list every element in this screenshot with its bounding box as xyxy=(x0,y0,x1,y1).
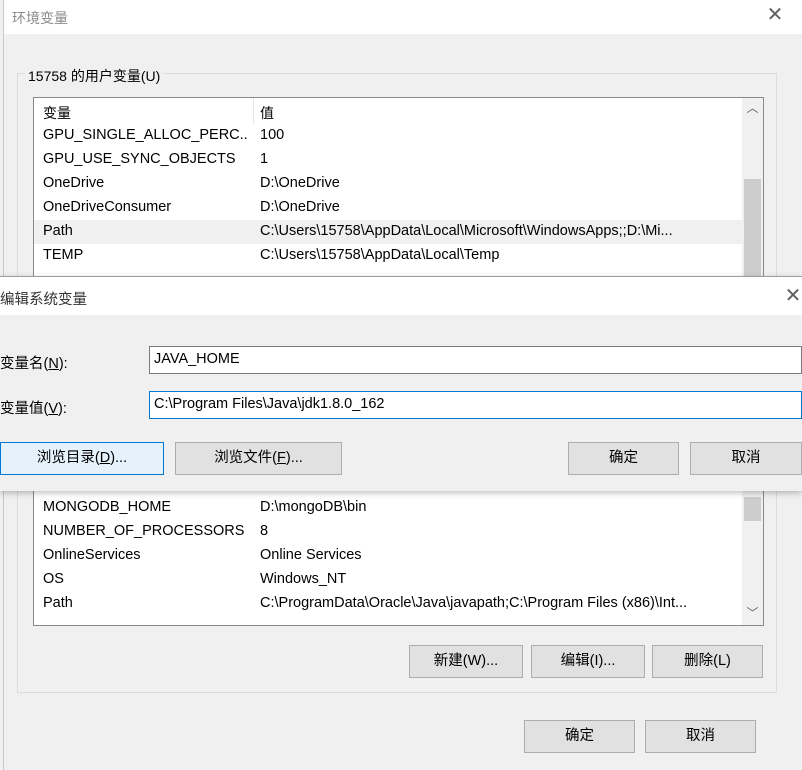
title-bar: 编辑系统变量 ✕ xyxy=(0,277,802,315)
variable-name: GPU_SINGLE_ALLOC_PERC... xyxy=(43,127,249,143)
edit-system-variable-dialog: 编辑系统变量 ✕ 变量名(N): JAVA_HOME 变量值(V): C:\Pr… xyxy=(0,276,802,491)
variable-name-label: 变量名(N): xyxy=(0,356,68,372)
variable-value: 100 xyxy=(260,127,285,143)
vertical-scrollbar[interactable]: ﹀ xyxy=(742,489,763,625)
variable-name: OS xyxy=(43,571,64,587)
column-separator[interactable] xyxy=(253,98,254,124)
column-header-value[interactable]: 值 xyxy=(260,103,274,123)
scrollbar-thumb[interactable] xyxy=(744,497,761,521)
variable-name: TEMP xyxy=(43,247,84,263)
table-row[interactable]: OneDrive D:\OneDrive xyxy=(34,172,742,196)
close-icon[interactable]: ✕ xyxy=(780,281,802,311)
variable-name: MONGODB_HOME xyxy=(43,499,172,515)
variable-value: C:\Users\15758\AppData\Local\Microsoft\W… xyxy=(260,223,673,239)
table-row[interactable]: TEMP C:\Users\15758\AppData\Local\Temp xyxy=(34,244,742,268)
variable-name: GPU_USE_SYNC_OBJECTS xyxy=(43,151,236,167)
variable-name-input[interactable]: JAVA_HOME xyxy=(149,346,802,374)
table-row[interactable]: OS Windows_NT xyxy=(34,568,742,592)
variable-name: OneDrive xyxy=(43,175,105,191)
title-bar: 环境变量 ✕ xyxy=(4,0,802,34)
variable-value: D:\OneDrive xyxy=(260,175,340,191)
new-variable-button[interactable]: 新建(W)... xyxy=(409,645,523,678)
variable-value: Windows_NT xyxy=(260,571,347,587)
ok-button[interactable]: 确定 xyxy=(568,442,679,475)
user-variables-list[interactable]: 变量 值 GPU_SINGLE_ALLOC_PERC... 100 GPU_US… xyxy=(33,97,764,278)
chevron-up-icon[interactable]: ︿ xyxy=(742,98,763,118)
delete-variable-button[interactable]: 删除(L) xyxy=(652,645,763,678)
column-header-variable[interactable]: 变量 xyxy=(43,103,71,123)
cancel-button[interactable]: 取消 xyxy=(645,720,756,753)
chevron-down-icon[interactable]: ﹀ xyxy=(742,603,763,623)
variable-name: Path xyxy=(43,595,73,611)
table-row-selected[interactable]: Path C:\Users\15758\AppData\Local\Micros… xyxy=(34,220,742,244)
variable-value: 1 xyxy=(260,151,269,167)
dialog-title: 环境变量 xyxy=(12,10,68,26)
vertical-scrollbar[interactable]: ︿ xyxy=(742,98,763,277)
table-row[interactable]: Path C:\ProgramData\Oracle\Java\javapath… xyxy=(34,592,742,616)
variable-name: OneDriveConsumer xyxy=(43,199,172,215)
variable-value: Online Services xyxy=(260,547,362,563)
table-row[interactable]: GPU_USE_SYNC_OBJECTS 1 xyxy=(34,148,742,172)
table-row[interactable]: GPU_SINGLE_ALLOC_PERC... 100 xyxy=(34,124,742,148)
variable-value: D:\OneDrive xyxy=(260,199,340,215)
scrollbar-thumb[interactable] xyxy=(744,179,761,277)
table-row[interactable]: OneDriveConsumer D:\OneDrive xyxy=(34,196,742,220)
cancel-button[interactable]: 取消 xyxy=(690,442,802,475)
list-header: 变量 值 xyxy=(34,98,742,124)
dialog-title: 编辑系统变量 xyxy=(0,292,87,308)
table-row[interactable]: NUMBER_OF_PROCESSORS 8 xyxy=(34,520,742,544)
variable-value: C:\ProgramData\Oracle\Java\javapath;C:\P… xyxy=(260,595,688,611)
variable-value: D:\mongoDB\bin xyxy=(260,499,367,515)
browse-directory-button[interactable]: 浏览目录(D)... xyxy=(0,442,164,475)
variable-value: C:\Users\15758\AppData\Local\Temp xyxy=(260,247,500,263)
variable-name: OnlineServices xyxy=(43,547,141,563)
variable-name: Path xyxy=(43,223,73,239)
close-icon[interactable]: ✕ xyxy=(760,0,790,30)
ok-button[interactable]: 确定 xyxy=(524,720,635,753)
table-row[interactable]: MONGODB_HOME D:\mongoDB\bin xyxy=(34,496,742,520)
variable-value-input[interactable]: C:\Program Files\Java\jdk1.8.0_162 xyxy=(149,391,802,419)
edit-variable-button[interactable]: 编辑(I)... xyxy=(531,645,645,678)
table-row[interactable]: OnlineServices Online Services xyxy=(34,544,742,568)
variable-value-label: 变量值(V): xyxy=(0,401,67,417)
user-variables-group-title: 15758 的用户变量(U) xyxy=(25,66,164,86)
browse-file-button[interactable]: 浏览文件(F)... xyxy=(175,442,342,475)
variable-name: NUMBER_OF_PROCESSORS xyxy=(43,523,245,539)
system-variables-list[interactable]: MONGODB_HOME D:\mongoDB\bin NUMBER_OF_PR… xyxy=(33,488,764,626)
variable-value: 8 xyxy=(260,523,269,539)
